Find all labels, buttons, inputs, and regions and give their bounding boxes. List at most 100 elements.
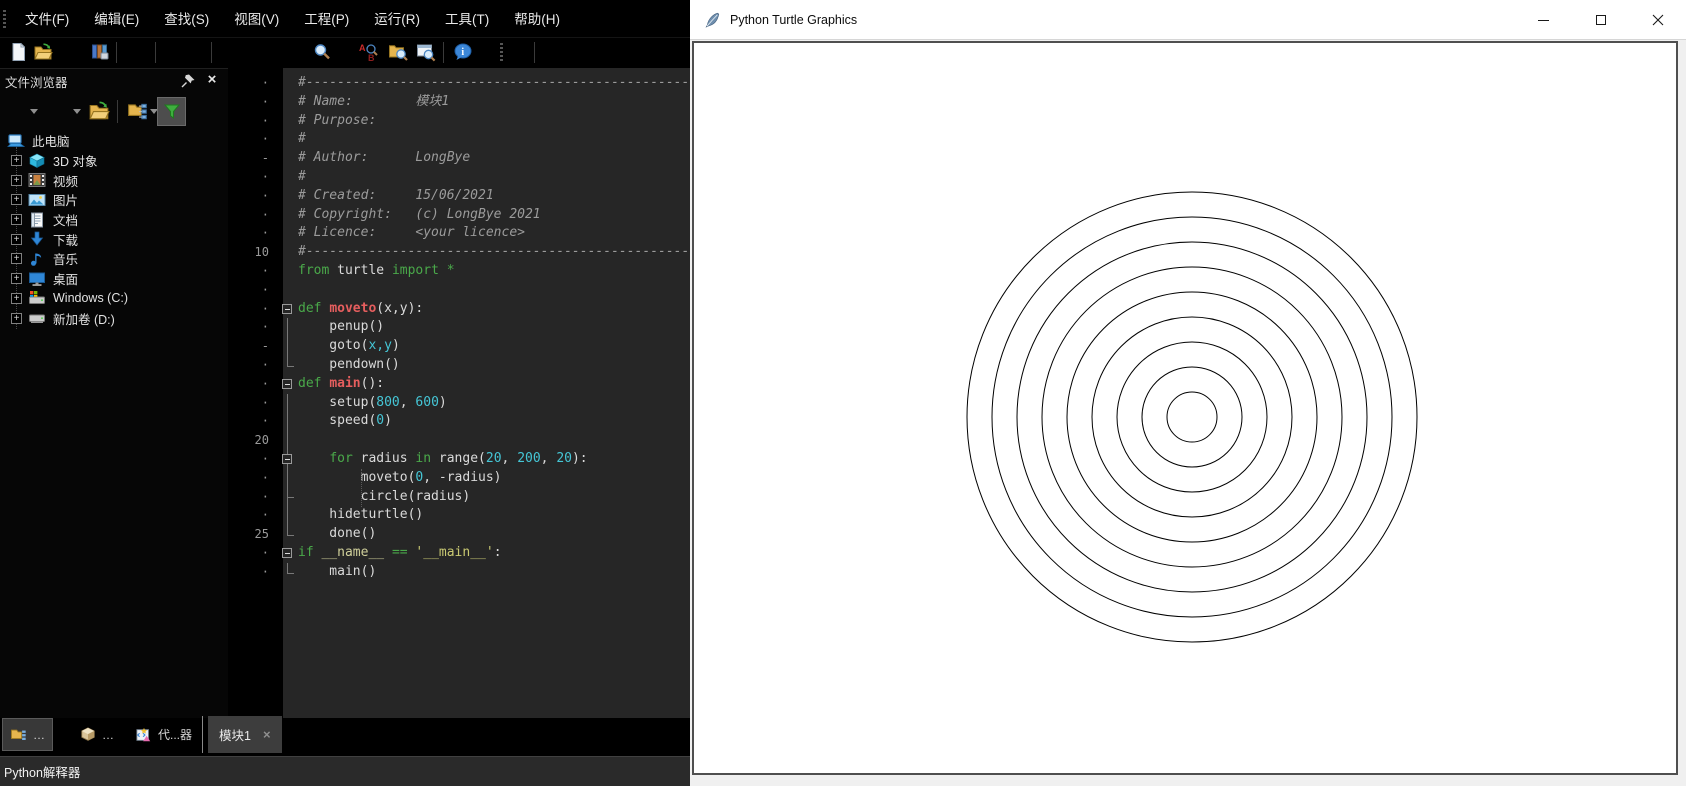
toolbar-separator bbox=[211, 42, 212, 63]
expand-plus-icon[interactable]: + bbox=[11, 292, 22, 304]
menu-item-1[interactable]: 编辑(E) bbox=[85, 3, 148, 33]
gutter-marker: - bbox=[261, 339, 269, 354]
code-line-6: · # bbox=[233, 168, 690, 187]
open-file-icon[interactable] bbox=[33, 42, 53, 62]
info-icon[interactable]: i bbox=[453, 42, 473, 62]
code-text: penup() bbox=[298, 319, 385, 335]
document-icon bbox=[28, 212, 46, 228]
menu-item-2[interactable]: 查找(S) bbox=[155, 3, 218, 33]
fold-line-icon bbox=[278, 506, 298, 525]
fold-column bbox=[278, 168, 298, 187]
close-button[interactable] bbox=[1629, 0, 1686, 40]
tab-close-icon[interactable]: × bbox=[263, 727, 271, 742]
fold-column bbox=[278, 112, 298, 131]
turtle-title-bar[interactable]: Python Turtle Graphics bbox=[690, 0, 1686, 40]
fold-box-icon[interactable] bbox=[278, 544, 298, 563]
search-icon[interactable] bbox=[312, 42, 332, 62]
code-text: done() bbox=[298, 526, 377, 542]
indent-guide bbox=[361, 469, 362, 507]
gutter-marker: · bbox=[261, 564, 269, 579]
code-text: def moveto(x,y): bbox=[298, 300, 424, 316]
code-editor[interactable]: · #--------------------------------------… bbox=[228, 68, 690, 718]
toolbar-drag-handle[interactable] bbox=[500, 43, 503, 62]
menu-item-5[interactable]: 运行(R) bbox=[365, 3, 429, 33]
replace-icon[interactable]: AB bbox=[358, 42, 378, 62]
tree-item-3[interactable]: + 图片 bbox=[0, 190, 228, 210]
tab-project[interactable]: … bbox=[72, 718, 121, 751]
search-in-files-icon[interactable] bbox=[388, 42, 408, 62]
expand-plus-icon[interactable]: + bbox=[11, 214, 22, 226]
menu-item-3[interactable]: 视图(V) bbox=[225, 3, 288, 33]
tree-item-8[interactable]: + Windows (C:) bbox=[0, 289, 228, 309]
tree-item-label: 文档 bbox=[53, 214, 79, 229]
code-line-23: · circle(radius) bbox=[233, 487, 690, 507]
file-tree: 此电脑 +3D 对象 + 视频 + 图片 + 文档 + 下载 + 音乐 + 桌面 + Windows (C:)… bbox=[0, 131, 228, 718]
pin-icon[interactable] bbox=[180, 73, 196, 89]
new-file-icon[interactable] bbox=[8, 42, 28, 62]
tree-item-label: 视频 bbox=[53, 174, 79, 189]
library-icon[interactable] bbox=[90, 42, 110, 62]
dropdown-chevron-icon[interactable] bbox=[30, 109, 38, 114]
fold-line-icon bbox=[278, 393, 298, 413]
expand-plus-icon[interactable]: + bbox=[11, 312, 22, 324]
expand-plus-icon[interactable]: + bbox=[11, 233, 22, 245]
code-line-7: · # Created: 15/06/2021 bbox=[233, 187, 690, 206]
fold-boxc-icon[interactable] bbox=[278, 449, 298, 469]
gutter-marker: · bbox=[261, 188, 269, 203]
tree-item-9[interactable]: + 新加卷 (D:) bbox=[0, 308, 228, 328]
tree-item-label: Windows (C:) bbox=[53, 291, 129, 306]
gutter-marker: · bbox=[261, 169, 269, 184]
toolbar-separator bbox=[534, 42, 535, 63]
gutter-marker: · bbox=[261, 357, 269, 372]
expand-plus-icon[interactable]: + bbox=[11, 194, 22, 206]
toolbar-separator bbox=[117, 100, 118, 123]
tab-file-browser[interactable]: … bbox=[2, 718, 53, 751]
expand-plus-icon[interactable]: + bbox=[11, 273, 22, 285]
status-text: Python解释器 bbox=[4, 766, 81, 780]
tree-item-6[interactable]: + 音乐 bbox=[0, 249, 228, 269]
turtle-canvas bbox=[692, 41, 1678, 775]
dropdown-chevron-icon[interactable] bbox=[73, 109, 81, 114]
download-icon bbox=[28, 231, 46, 247]
tree-item-1[interactable]: +3D 对象 bbox=[0, 151, 228, 171]
panel-close-icon[interactable]: × bbox=[204, 71, 220, 89]
code-line-8: · # Copyright: (c) LongBye 2021 bbox=[233, 206, 690, 225]
tree-item-0[interactable]: 此电脑 bbox=[0, 131, 228, 151]
menu-item-4[interactable]: 工程(P) bbox=[295, 3, 358, 33]
tree-item-label: 图片 bbox=[53, 194, 79, 209]
fold-column bbox=[278, 224, 298, 243]
tab-module1[interactable]: 模块1 × bbox=[208, 716, 282, 753]
turtle-circle bbox=[966, 191, 1418, 643]
expand-plus-icon[interactable]: + bbox=[11, 253, 22, 265]
toolbar-drag-handle[interactable] bbox=[3, 10, 6, 28]
fold-column bbox=[278, 130, 298, 149]
gutter-marker: · bbox=[261, 76, 269, 90]
fold-box-icon[interactable] bbox=[278, 375, 298, 394]
expand-plus-icon[interactable]: + bbox=[11, 155, 22, 167]
folder-tree-icon[interactable] bbox=[127, 100, 149, 122]
maximize-button[interactable] bbox=[1572, 0, 1629, 40]
tree-item-2[interactable]: + 视频 bbox=[0, 170, 228, 190]
file-browser-tab-icon bbox=[11, 729, 26, 740]
code-line-15: - goto(x,y) bbox=[233, 337, 690, 356]
tree-item-4[interactable]: + 文档 bbox=[0, 210, 228, 230]
menu-item-7[interactable]: 帮助(H) bbox=[505, 3, 569, 33]
tab-label: 代...器 bbox=[158, 728, 193, 742]
code-text: # Name: 模块1 bbox=[298, 93, 450, 109]
search-window-icon[interactable] bbox=[416, 42, 436, 62]
menu-item-0[interactable]: 文件(F) bbox=[16, 3, 78, 33]
open-folder-icon[interactable] bbox=[88, 100, 110, 122]
tree-item-label: 3D 对象 bbox=[53, 155, 98, 170]
tree-item-5[interactable]: + 下载 bbox=[0, 229, 228, 249]
tab-code-analyzer[interactable]: 代...器 bbox=[128, 718, 199, 751]
tree-item-7[interactable]: + 桌面 bbox=[0, 269, 228, 289]
minimize-button[interactable] bbox=[1515, 0, 1572, 40]
code-text: for radius in range(20, 200, 20): bbox=[329, 450, 588, 466]
tab-label: … bbox=[33, 727, 45, 742]
code-text: # Author: LongBye bbox=[298, 150, 471, 166]
fold-box-icon[interactable] bbox=[278, 300, 298, 319]
menu-item-6[interactable]: 工具(T) bbox=[436, 3, 498, 33]
filter-button[interactable] bbox=[157, 97, 186, 126]
code-text: # bbox=[298, 168, 306, 184]
expand-plus-icon[interactable]: + bbox=[11, 174, 22, 186]
